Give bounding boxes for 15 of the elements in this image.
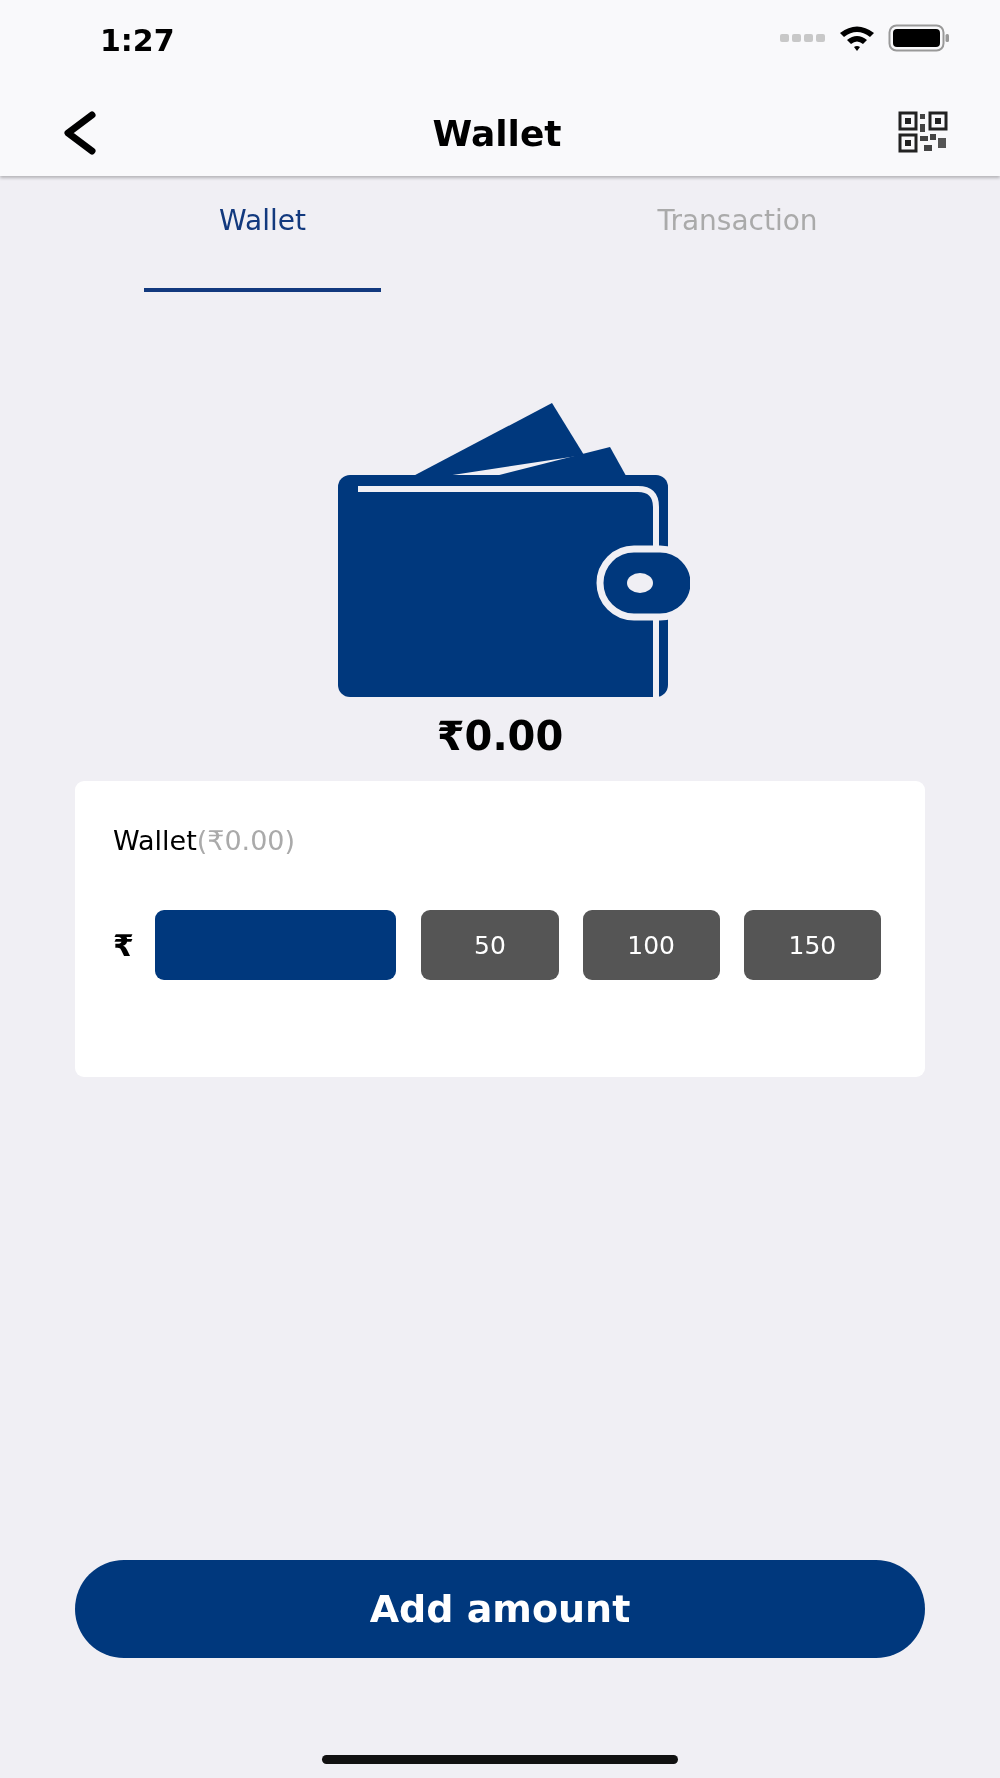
currency-symbol: ₹ <box>113 927 135 963</box>
wallet-icon <box>338 403 690 699</box>
quick-amount-button[interactable]: 150 <box>743 910 881 980</box>
quick-amount-button[interactable]: 100 <box>582 910 720 980</box>
signal-icon <box>780 33 826 43</box>
battery-icon <box>888 24 950 52</box>
wallet-label: Wallet(₹0.00) <box>113 825 297 856</box>
tab[interactable]: Wallet <box>25 176 500 295</box>
wifi-icon <box>838 24 876 52</box>
quick-amount-button[interactable]: 50 <box>421 910 559 980</box>
status-time: 1:27 <box>100 22 175 58</box>
amount-input-field[interactable] <box>155 910 397 980</box>
wallet-balance: ₹0.00 <box>436 713 564 759</box>
screen-title: Wallet <box>432 112 562 154</box>
add-amount-button[interactable]: Add amount <box>75 1560 925 1658</box>
